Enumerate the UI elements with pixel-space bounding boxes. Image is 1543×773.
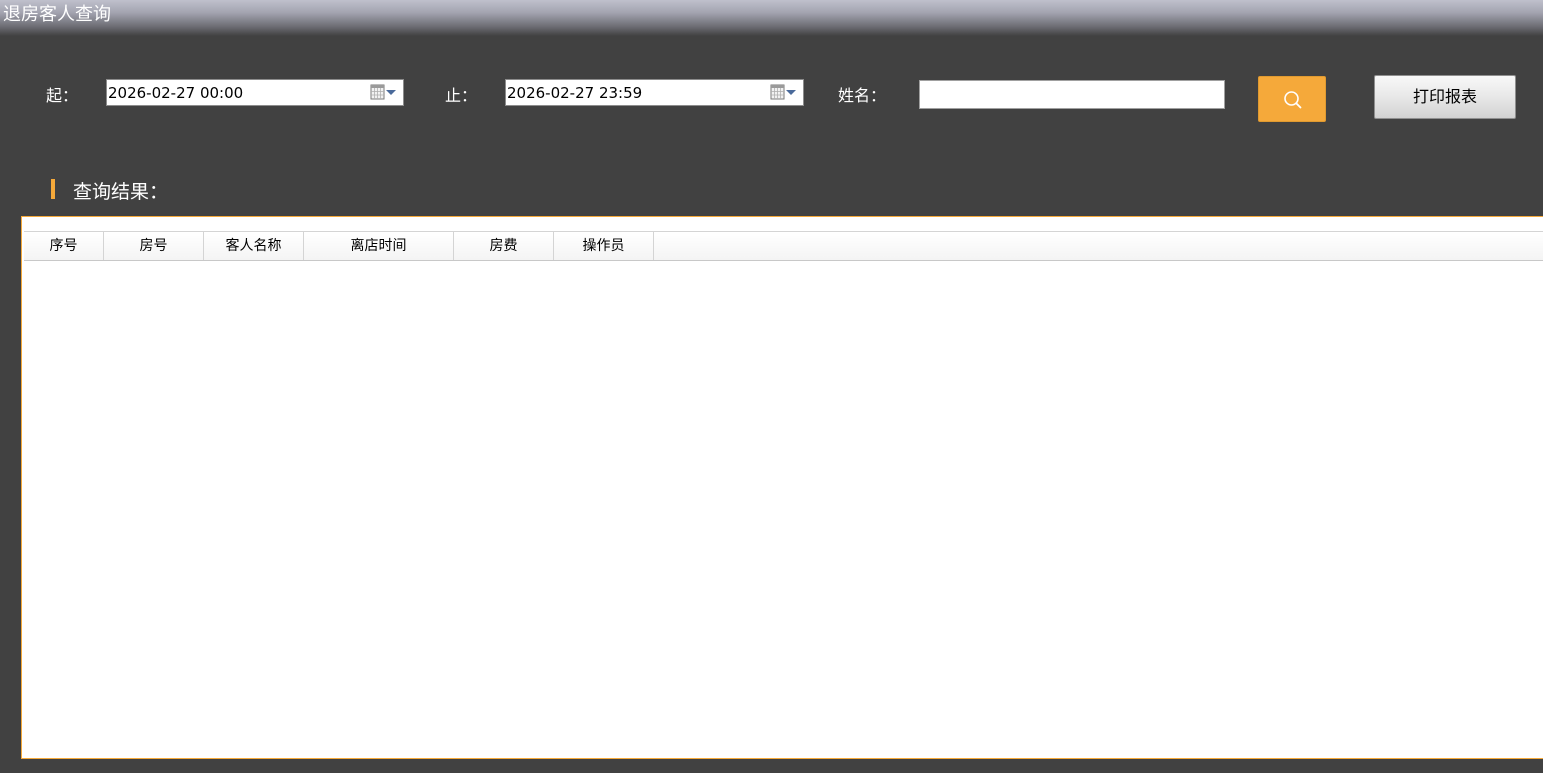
column-header-checkout-time[interactable]: 离店时间 [304, 232, 454, 260]
start-date-picker[interactable] [106, 79, 404, 106]
end-date-label: 止： [445, 86, 478, 105]
search-button[interactable] [1258, 76, 1326, 122]
results-title: 查询结果： [73, 181, 169, 203]
results-table[interactable]: 序号 房号 客人名称 离店时间 房费 操作员 [21, 216, 1543, 759]
window-title: 退房客人查询 [3, 4, 111, 25]
title-bar: 退房客人查询 [0, 0, 1543, 36]
start-date-input[interactable] [108, 81, 364, 104]
end-date-picker[interactable] [505, 79, 804, 106]
column-header-room-fee[interactable]: 房费 [454, 232, 554, 260]
calendar-dropdown-icon[interactable] [769, 84, 799, 101]
name-label: 姓名： [838, 86, 887, 105]
name-input[interactable] [919, 80, 1225, 109]
end-date-input[interactable] [507, 81, 764, 104]
print-report-button[interactable]: 打印报表 [1374, 75, 1516, 119]
column-header-room-number[interactable]: 房号 [104, 232, 204, 260]
column-header-index[interactable]: 序号 [24, 232, 104, 260]
column-header-guest-name[interactable]: 客人名称 [204, 232, 304, 260]
calendar-dropdown-icon[interactable] [369, 84, 399, 101]
column-header-operator[interactable]: 操作员 [554, 232, 654, 260]
table-header: 序号 房号 客人名称 离店时间 房费 操作员 [24, 231, 1543, 261]
section-accent-bar [51, 179, 55, 199]
start-date-label: 起： [46, 86, 79, 105]
search-icon [1284, 91, 1302, 109]
